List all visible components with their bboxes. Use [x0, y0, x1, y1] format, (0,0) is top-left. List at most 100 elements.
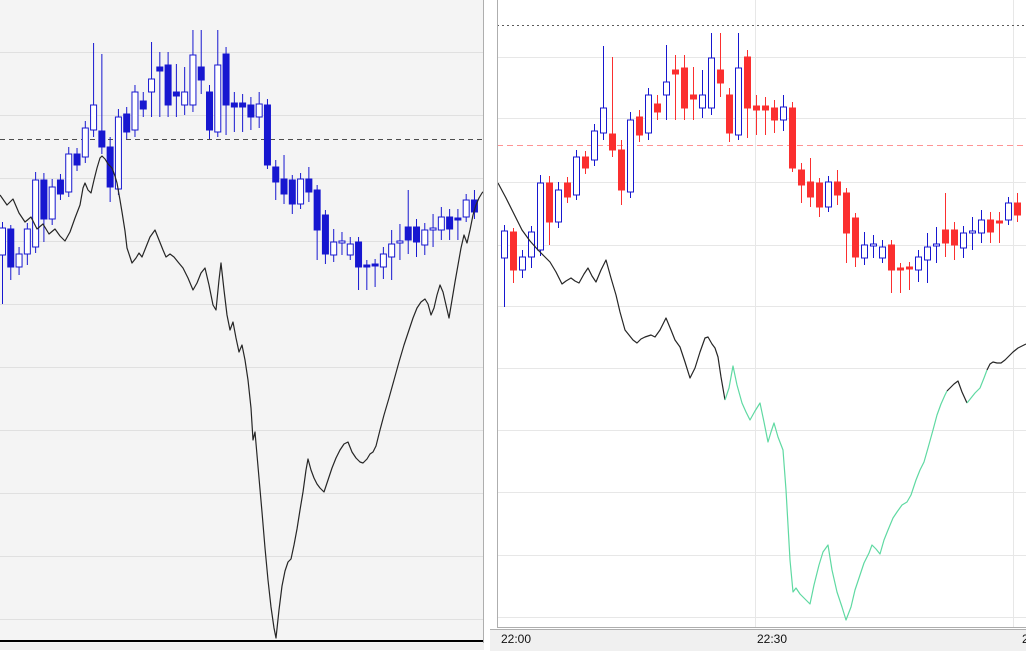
- left-time-axis: [0, 643, 484, 650]
- candle-body-up: [978, 219, 985, 234]
- candle-body-up: [346, 243, 354, 256]
- candle-body-up: [388, 243, 396, 258]
- candle-body-up: [90, 104, 98, 131]
- candle-body-down: [363, 264, 371, 268]
- time-label-2230: 22:30: [757, 632, 788, 646]
- right-time-axis[interactable]: 22:00 22:30 23:00: [490, 629, 1026, 651]
- candle-body-down: [762, 105, 769, 111]
- candle-body-up: [429, 227, 437, 231]
- candle-body-up: [23, 228, 31, 255]
- time-label-2300: 23:00: [1022, 632, 1026, 646]
- candle-body-up: [81, 127, 89, 158]
- candle-body-down: [239, 102, 247, 108]
- candle-body-down: [636, 116, 643, 136]
- candle-body-down: [197, 66, 205, 81]
- indicator-line: [966, 369, 988, 404]
- candle-body-down: [717, 69, 724, 84]
- candle-body-up: [65, 153, 73, 193]
- candle-body-up: [699, 94, 706, 109]
- candle-body-up: [255, 103, 263, 118]
- candle-body-down: [690, 94, 697, 100]
- candle-body-down: [305, 178, 313, 193]
- candle-body-down: [564, 182, 571, 198]
- candle-body-down: [40, 179, 48, 220]
- candle-body-up: [462, 199, 470, 218]
- candle-body-down: [206, 91, 213, 131]
- candle-body-up: [330, 241, 338, 256]
- candle-body-down: [280, 178, 288, 195]
- candle-body-down: [672, 69, 679, 75]
- candle-body-down: [816, 182, 823, 208]
- candle-body-up: [879, 246, 886, 259]
- candle-body-down: [288, 179, 296, 205]
- candle-body-down: [546, 182, 553, 223]
- candle-body-down: [73, 153, 81, 166]
- right-chart-canvas: [497, 0, 1026, 628]
- candle-body-down: [230, 102, 238, 108]
- candle-body-down: [272, 166, 280, 183]
- candle-body-up: [825, 181, 832, 208]
- candle-body-down: [454, 217, 462, 221]
- candle-body-down: [897, 267, 904, 271]
- candle-body-up: [663, 81, 670, 96]
- candle-body-down: [654, 103, 661, 113]
- candle-body-up: [645, 94, 652, 134]
- candle-body-down: [996, 220, 1003, 224]
- candle-body-down: [1014, 202, 1021, 216]
- candle-body-down: [609, 133, 616, 151]
- candle-body-up: [15, 253, 23, 268]
- candle-body-up: [214, 64, 222, 133]
- indicator-line: [946, 380, 968, 404]
- candle-body-up: [0, 227, 6, 256]
- candle-body-up: [915, 256, 922, 271]
- indicator-line: [497, 182, 726, 401]
- candle-body-down: [906, 266, 913, 270]
- candle-body-up: [933, 243, 940, 247]
- candle-body-down: [106, 146, 114, 188]
- candle-body-up: [870, 243, 877, 247]
- candle-body-up: [114, 116, 122, 190]
- left-chart-panel[interactable]: [0, 0, 484, 643]
- candle-body-up: [573, 156, 580, 196]
- candle-body-down: [446, 216, 454, 230]
- candle-body-up: [924, 246, 931, 261]
- candle-body-up: [969, 230, 976, 234]
- candle-body-up: [519, 256, 526, 271]
- indicator-line: [986, 343, 1026, 371]
- candle-body-down: [582, 156, 589, 169]
- candle-body-down: [123, 113, 131, 133]
- candle-body-down: [164, 64, 172, 106]
- left-chart-canvas: [0, 0, 484, 643]
- candle-body-down: [156, 66, 164, 72]
- candle-body-down: [263, 104, 271, 166]
- candle-body-down: [98, 130, 106, 148]
- candle-body-down: [789, 107, 796, 169]
- right-chart-panel[interactable]: [497, 0, 1026, 628]
- candle-body-up: [861, 244, 868, 259]
- candle-body-down: [843, 192, 850, 234]
- candle-body-up: [396, 240, 404, 244]
- candle-body-down: [942, 229, 949, 244]
- candle-body-up: [627, 119, 634, 193]
- candle-body-down: [771, 107, 778, 121]
- candle-body-up: [148, 78, 156, 93]
- candle-body-up: [297, 178, 305, 205]
- candle-body-down: [798, 169, 805, 186]
- candle-body-down: [222, 53, 230, 106]
- candle-body-down: [321, 214, 329, 255]
- candle-body-up: [189, 54, 197, 106]
- candle-body-up: [708, 57, 715, 109]
- candle-body-up: [181, 91, 189, 106]
- candle-body-up: [537, 182, 544, 251]
- candle-body-up: [32, 179, 40, 248]
- candle-body-down: [726, 94, 733, 134]
- candle-body-up: [780, 106, 787, 121]
- candle-body-down: [355, 241, 363, 268]
- candle-body-down: [7, 228, 15, 268]
- candle-body-down: [987, 219, 994, 233]
- candle-body-down: [404, 226, 412, 241]
- candle-body-down: [852, 217, 859, 258]
- candle-body-down: [807, 181, 814, 198]
- candle-body-up: [555, 189, 562, 223]
- candle-body-up: [131, 91, 139, 131]
